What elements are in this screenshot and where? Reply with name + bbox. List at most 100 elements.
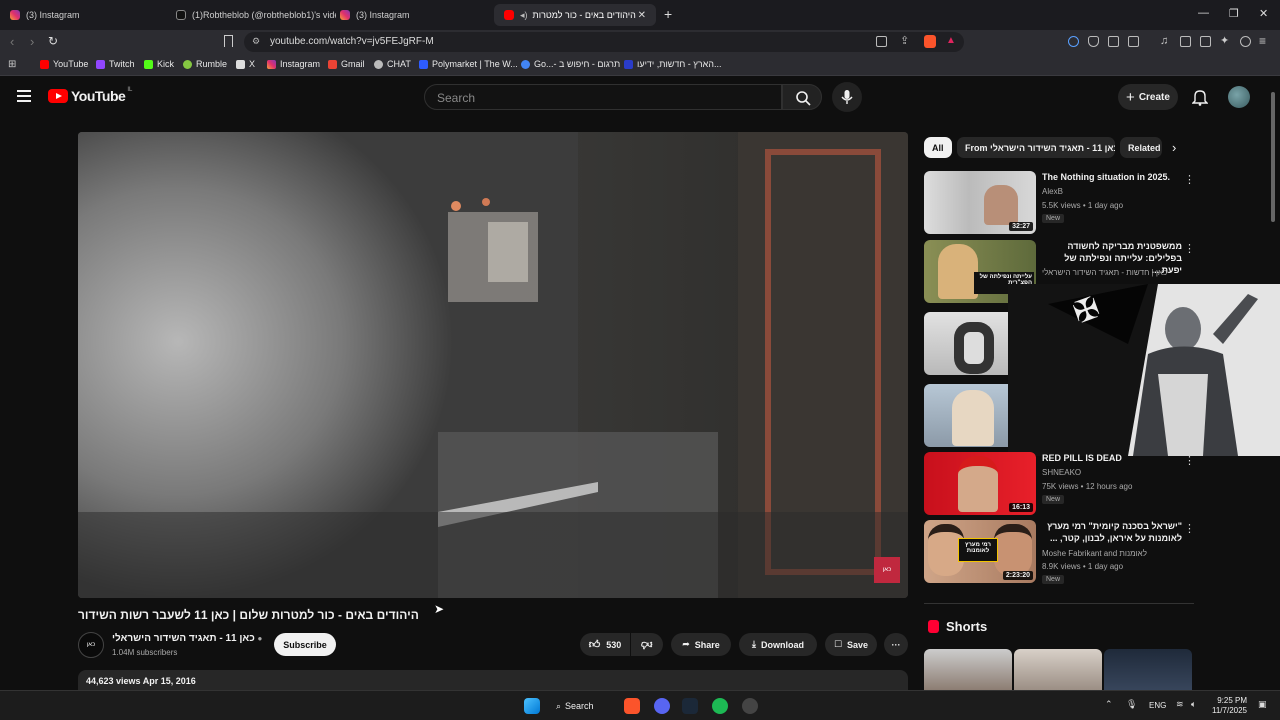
screenshot-icon[interactable] (1128, 36, 1139, 47)
youtube-header: YouTube IL +Create (0, 78, 1280, 116)
site-info-icon[interactable]: ⚙ (252, 36, 260, 47)
youtube-icon (40, 59, 49, 69)
sidebar-icon[interactable] (1180, 36, 1191, 47)
more-icon[interactable]: ⋮ (1184, 242, 1195, 255)
share-button[interactable]: ➦ Share (671, 633, 731, 656)
bookmark-kick[interactable]: Kick (144, 59, 174, 69)
chip-all[interactable]: All (924, 137, 952, 158)
reload-icon[interactable]: ↻ (48, 34, 58, 48)
browser-tab-2[interactable]: (1)Robtheblob (@robtheblob1)'s vide (166, 4, 336, 26)
microphone-tray-icon[interactable]: 🎙︎ (1126, 699, 1137, 710)
short-thumbnail[interactable] (1014, 649, 1102, 691)
save-button[interactable]: ☐ Save (825, 633, 877, 656)
notifications-bell-icon[interactable] (1192, 88, 1208, 106)
search-input[interactable] (425, 85, 781, 111)
input-language[interactable]: ENG (1149, 701, 1166, 710)
video-meta: 75K views • 12 hours ago (1042, 482, 1133, 491)
wallet-icon[interactable] (1200, 36, 1211, 47)
bookmark-twitch[interactable]: Twitch (96, 59, 135, 69)
volume-icon[interactable]: 🔈︎ (1191, 699, 1196, 710)
short-thumbnail[interactable] (1104, 649, 1192, 691)
more-icon[interactable]: ⋮ (1184, 522, 1195, 535)
video-thumbnail: רמי מערץ לאומנות 2:23:20 (924, 520, 1036, 583)
recommended-video[interactable]: רמי מערץ לאומנות 2:23:20 "ישראל בסכנה קי… (924, 520, 1195, 584)
chevron-right-icon[interactable]: › (1172, 140, 1176, 155)
system-clock[interactable]: 9:25 PM 11/7/2025 (1212, 696, 1247, 716)
more-icon[interactable]: ⋮ (1184, 454, 1195, 467)
more-icon[interactable]: ⋮ (1184, 173, 1195, 186)
brave-rewards-icon[interactable]: ▲ (946, 35, 956, 46)
chip-from-channel[interactable]: From כאן 11 - תאגיד השידור הישראלי (957, 137, 1115, 158)
bookmark-chat[interactable]: CHAT (374, 59, 411, 69)
chip-related[interactable]: Related (1120, 137, 1162, 158)
plus-icon: + (1126, 88, 1135, 106)
bookmark-icon[interactable] (224, 35, 233, 47)
subscribe-button[interactable]: Subscribe (274, 633, 336, 656)
duration-badge: 32:27 (1009, 222, 1033, 231)
apps-grid-icon[interactable]: ⊞ (8, 59, 16, 70)
menu-icon[interactable]: ≡ (1259, 34, 1266, 48)
hamburger-menu-icon[interactable] (17, 90, 31, 105)
minimize-icon[interactable]: — (1198, 7, 1209, 19)
channel-avatar[interactable]: כאן (78, 632, 104, 658)
browser-tab-1[interactable]: (3) Instagram (0, 4, 170, 26)
vpn-icon[interactable] (1240, 36, 1251, 47)
maximize-icon[interactable]: ❐ (1229, 7, 1239, 20)
recommended-video[interactable]: 16:13 RED PILL IS DEAD SHNEAKO 75K views… (924, 452, 1195, 516)
page-scrollbar[interactable] (1270, 84, 1276, 690)
bookmark-instagram[interactable]: Instagram (267, 59, 320, 69)
share-page-icon[interactable]: ⇪ (900, 34, 909, 47)
wifi-icon[interactable]: ≋ (1176, 699, 1184, 710)
url-bar[interactable]: ⚙ youtube.com/watch?v=jv5FEJgRF-M ⇪ ▲ (244, 32, 964, 52)
video-player[interactable] (78, 132, 908, 598)
bookmark-youtube[interactable]: YouTube (40, 59, 88, 69)
steam-icon[interactable] (682, 698, 698, 714)
gmail-icon (328, 59, 337, 69)
create-button[interactable]: + Create (1118, 84, 1178, 110)
youtube-logo[interactable]: YouTube IL (48, 87, 132, 104)
cast-icon[interactable] (876, 36, 887, 47)
browser-tab-3[interactable]: (3) Instagram (330, 4, 500, 26)
bookmark-rumble[interactable]: Rumble (183, 59, 227, 69)
like-button[interactable]: 👍︎ 530 (580, 633, 630, 656)
more-actions-button[interactable]: ··· (884, 633, 908, 656)
bookmark-gmail[interactable]: Gmail (328, 59, 365, 69)
account-avatar[interactable] (1228, 86, 1250, 108)
bookmark-x[interactable]: X (236, 59, 255, 69)
short-thumbnail[interactable] (924, 649, 1012, 691)
brave-browser-icon[interactable] (624, 698, 640, 714)
recommended-video[interactable]: 32:27 The Nothing situation in 2025. Ale… (924, 171, 1195, 235)
notification-center-icon[interactable]: ▣ (1258, 699, 1267, 710)
download-button[interactable]: ⤓ Download (739, 633, 817, 656)
bookmark-google-translate[interactable]: Go...- תרגום - חיפוש ב (521, 59, 620, 69)
speaker-icon[interactable]: ◂) (520, 10, 528, 21)
voice-search-button[interactable] (832, 82, 862, 112)
taskbar-search[interactable]: ⌕ Search (556, 697, 606, 715)
translate-icon[interactable] (1068, 36, 1079, 47)
bookmark-haaretz[interactable]: הארץ - חדשות, ידיעו... (624, 59, 722, 69)
channel-name[interactable]: כאן 11 - תאגיד השידור הישראלי ● (112, 633, 262, 644)
discord-icon[interactable] (654, 698, 670, 714)
start-windows-icon[interactable] (524, 698, 540, 714)
chevron-up-icon[interactable]: ⌃ (1105, 699, 1113, 710)
close-tab-icon[interactable]: ✕ (638, 10, 646, 21)
brave-shield-icon[interactable] (924, 35, 936, 48)
thumbs-down-icon: 👍︎ (641, 638, 653, 650)
music-icon[interactable]: ♫ (1160, 35, 1168, 47)
bookmark-polymarket[interactable]: Polymarket | The W... (419, 59, 518, 69)
new-tab-icon[interactable]: + (664, 6, 672, 22)
scrollbar-thumb[interactable] (1271, 92, 1275, 222)
back-icon[interactable]: ‹ (10, 34, 14, 49)
spotify-icon[interactable] (712, 698, 728, 714)
search-button[interactable] (782, 84, 822, 110)
dislike-button[interactable]: 👍︎ (631, 633, 663, 656)
windows-taskbar: ⌕ Search ⌃ 🎙︎ ENG ≋ 🔈︎ 9:25 PM 11/7/2025 … (0, 690, 1280, 720)
tab-label: (1)Robtheblob (@robtheblob1)'s vide (192, 10, 336, 20)
forward-icon[interactable]: › (30, 34, 34, 49)
leo-ai-icon[interactable]: ✦ (1220, 34, 1229, 47)
shield-icon[interactable] (1088, 36, 1099, 47)
browser-tab-active[interactable]: ◂) היהודים באים - כור למטרות ✕ (494, 4, 656, 26)
extensions-icon[interactable] (1108, 36, 1119, 47)
window-close-icon[interactable]: ✕ (1259, 7, 1268, 20)
app-icon[interactable] (742, 698, 758, 714)
